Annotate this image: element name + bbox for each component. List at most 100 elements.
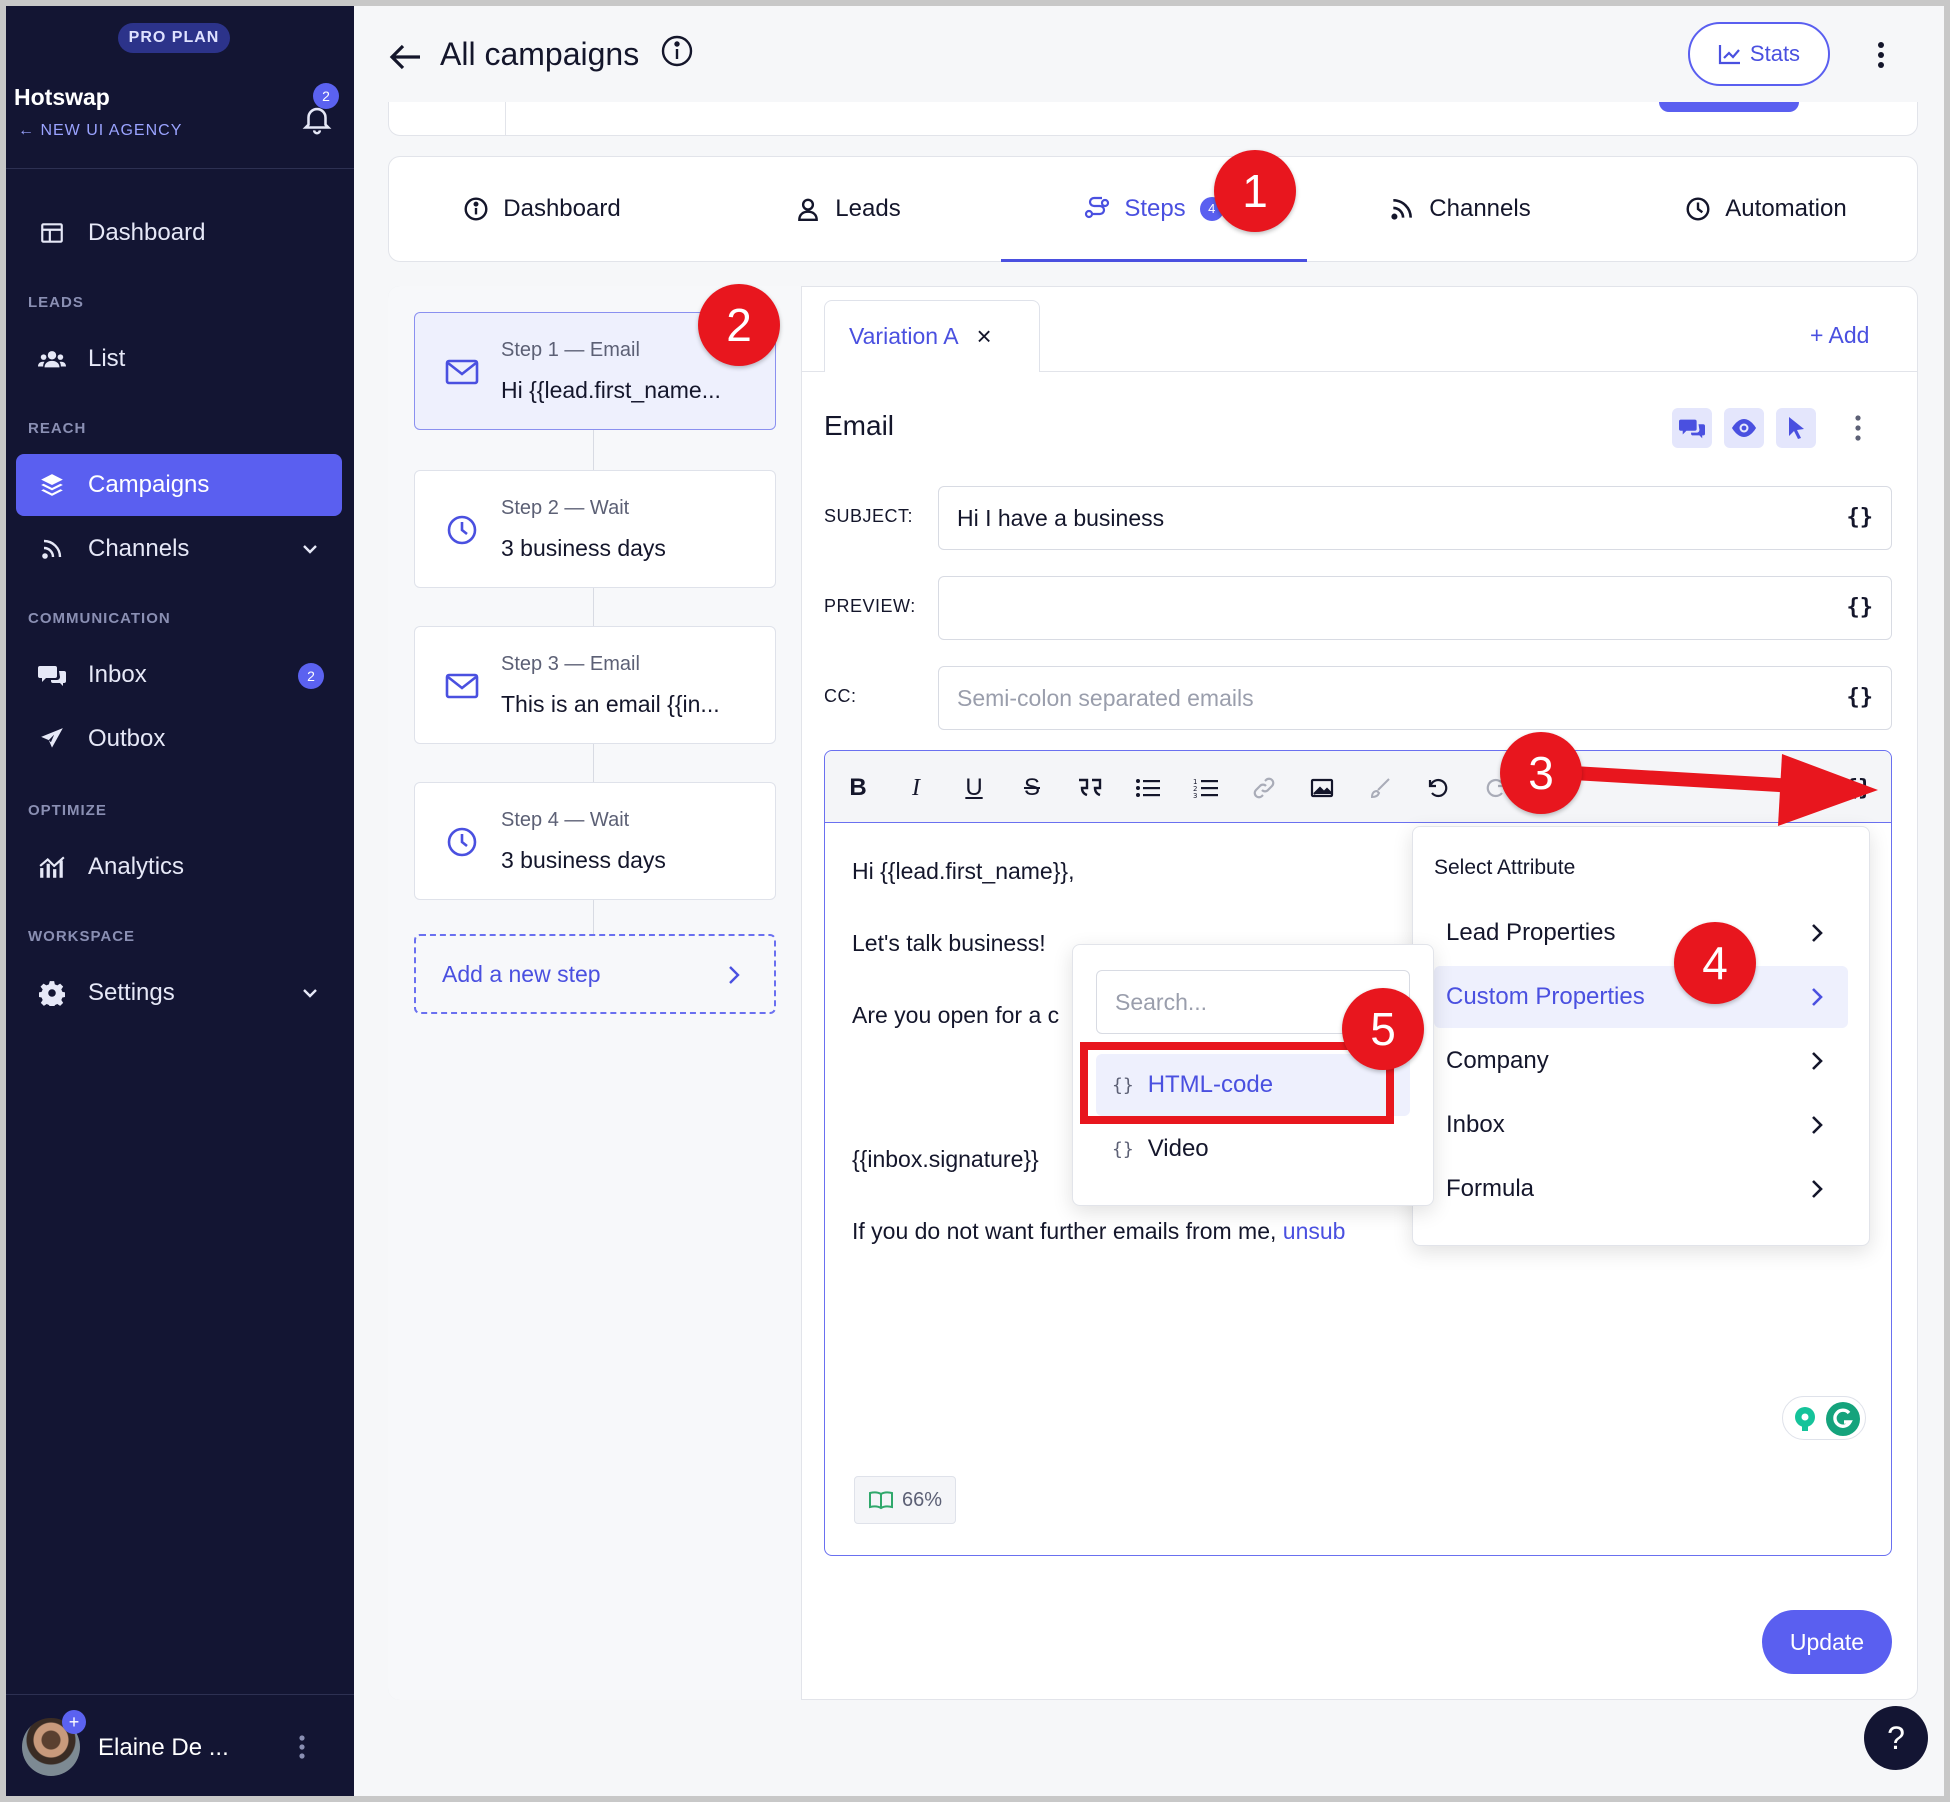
sidebar-item-campaigns[interactable]: Campaigns	[16, 454, 342, 516]
avatar-plus-badge[interactable]: +	[62, 1710, 86, 1734]
annotation-arrow	[1556, 754, 1878, 826]
book-icon	[868, 1491, 893, 1510]
campaign-tabs: Dashboard Leads Steps 4 Channels Automat…	[388, 156, 1918, 262]
step-meta: Step 1 — Email	[501, 339, 640, 361]
stats-button[interactable]: Stats	[1688, 22, 1830, 86]
step-connector	[593, 744, 594, 784]
sidebar-item-analytics[interactable]: Analytics	[16, 836, 342, 898]
attribute-label: Custom Properties	[1446, 983, 1645, 1010]
body-line: {{inbox.signature}}	[852, 1146, 1039, 1172]
underline-icon[interactable]: U	[959, 773, 989, 803]
cc-field[interactable]: Semi-colon separated emails {}	[938, 666, 1892, 730]
tab-channels[interactable]: Channels	[1307, 157, 1613, 261]
attribute-label: Formula	[1446, 1175, 1535, 1202]
user-name[interactable]: Elaine De ...	[98, 1734, 229, 1762]
step-meta: Step 4 — Wait	[501, 809, 630, 831]
italic-icon[interactable]: I	[901, 773, 931, 803]
tab-leads[interactable]: Leads	[695, 157, 1001, 261]
more-vertical-icon[interactable]	[294, 1732, 310, 1762]
tab-label: Steps	[1124, 195, 1186, 222]
step-card[interactable]: Step 4 — Wait 3 business days	[414, 782, 776, 900]
preview-field[interactable]: {}	[938, 576, 1892, 640]
body-line: Hi {{lead.first_name}},	[852, 858, 1075, 884]
plan-badge: PRO PLAN	[118, 23, 230, 53]
brush-icon[interactable]	[1365, 773, 1395, 803]
attribute-video[interactable]: {} Video	[1096, 1118, 1410, 1180]
step-connector	[593, 430, 594, 470]
variation-tab-label: Variation A	[849, 323, 959, 349]
attribute-label: Lead Properties	[1446, 919, 1616, 946]
attribute-company[interactable]: Company	[1434, 1030, 1848, 1092]
attribute-lead-properties[interactable]: Lead Properties	[1434, 902, 1848, 964]
subject-value: Hi I have a business	[957, 504, 1165, 531]
strikethrough-icon[interactable]: S	[1017, 773, 1047, 803]
mail-icon	[445, 359, 479, 385]
tracking-button[interactable]	[1776, 408, 1816, 448]
chevron-down-icon	[303, 545, 317, 554]
chat-toggle-button[interactable]	[1672, 408, 1712, 448]
subject-label: SUBJECT:	[824, 506, 914, 526]
braces-icon[interactable]: {}	[1847, 595, 1874, 620]
svg-text:3: 3	[1193, 792, 1197, 799]
link-icon[interactable]	[1249, 773, 1279, 803]
attribute-formula[interactable]: Formula	[1434, 1158, 1848, 1220]
clock-icon	[1686, 197, 1710, 221]
tab-dashboard[interactable]: Dashboard	[389, 157, 695, 261]
annotation-marker: 4	[1674, 922, 1756, 1004]
unsubscribe-link[interactable]: unsub	[1283, 1218, 1346, 1244]
braces-icon[interactable]: {}	[1847, 685, 1874, 710]
close-icon[interactable]: ×	[977, 321, 992, 352]
braces-icon[interactable]: {}	[1847, 505, 1874, 530]
undo-icon[interactable]	[1423, 773, 1453, 803]
bold-icon[interactable]: B	[843, 773, 873, 803]
attribute-custom-properties[interactable]: Custom Properties	[1434, 966, 1848, 1028]
section-communication: COMMUNICATION	[28, 610, 171, 627]
chevron-right-icon	[729, 966, 740, 984]
step-subject: This is an email {{in...	[501, 691, 720, 717]
subject-field[interactable]: Hi I have a business {}	[938, 486, 1892, 550]
grammarly-widget[interactable]	[1782, 1396, 1866, 1440]
rss-icon	[1391, 199, 1413, 220]
clock-icon	[447, 827, 477, 857]
tab-label: Dashboard	[503, 195, 621, 222]
back-arrow-icon[interactable]	[388, 42, 422, 72]
numbered-list-icon[interactable]: 123	[1191, 773, 1221, 803]
agency-link[interactable]: ← NEW UI AGENCY	[18, 122, 182, 140]
workspace-name[interactable]: Hotswap	[14, 84, 110, 111]
quote-icon[interactable]	[1075, 773, 1105, 803]
tab-automation[interactable]: Automation	[1613, 157, 1919, 261]
bullet-list-icon[interactable]	[1133, 773, 1163, 803]
tab-label: Channels	[1429, 195, 1531, 222]
more-vertical-icon[interactable]	[1852, 412, 1864, 444]
stats-label: Stats	[1749, 41, 1801, 66]
sidebar-item-list[interactable]: List	[16, 328, 342, 390]
image-icon[interactable]	[1307, 773, 1337, 803]
sidebar-item-inbox[interactable]: Inbox 2	[16, 644, 342, 706]
help-button[interactable]: ?	[1864, 1706, 1928, 1770]
campaign-summary-strip	[388, 102, 1918, 136]
step-meta: Step 3 — Email	[501, 653, 640, 675]
sidebar-item-channels[interactable]: Channels	[16, 518, 342, 580]
preview-button[interactable]	[1724, 408, 1764, 448]
update-button[interactable]: Update	[1762, 1610, 1892, 1674]
attribute-label: Inbox	[1446, 1111, 1505, 1138]
add-step-button[interactable]: Add a new step	[414, 934, 776, 1014]
section-optimize: OPTIMIZE	[28, 802, 107, 819]
variation-tab-gap	[825, 370, 1039, 373]
sidebar-item-dashboard[interactable]: Dashboard	[16, 202, 342, 264]
attribute-inbox[interactable]: Inbox	[1434, 1094, 1848, 1156]
add-variation-button[interactable]: + Add	[1810, 322, 1869, 349]
preview-label: PREVIEW:	[824, 596, 916, 616]
info-icon	[464, 197, 488, 221]
add-step-label: Add a new step	[442, 960, 601, 987]
sidebar-item-settings[interactable]: Settings	[16, 962, 342, 1024]
variation-tab[interactable]: Variation A ×	[824, 300, 1040, 372]
analytics-icon	[38, 853, 66, 881]
sidebar-item-outbox[interactable]: Outbox	[16, 708, 342, 770]
step-card[interactable]: Step 3 — Email This is an email {{in...	[414, 626, 776, 744]
sidebar-item-label: List	[88, 345, 126, 372]
users-icon	[38, 345, 66, 373]
info-icon[interactable]	[660, 34, 694, 68]
step-card[interactable]: Step 2 — Wait 3 business days	[414, 470, 776, 588]
more-vertical-icon[interactable]	[1874, 38, 1888, 72]
